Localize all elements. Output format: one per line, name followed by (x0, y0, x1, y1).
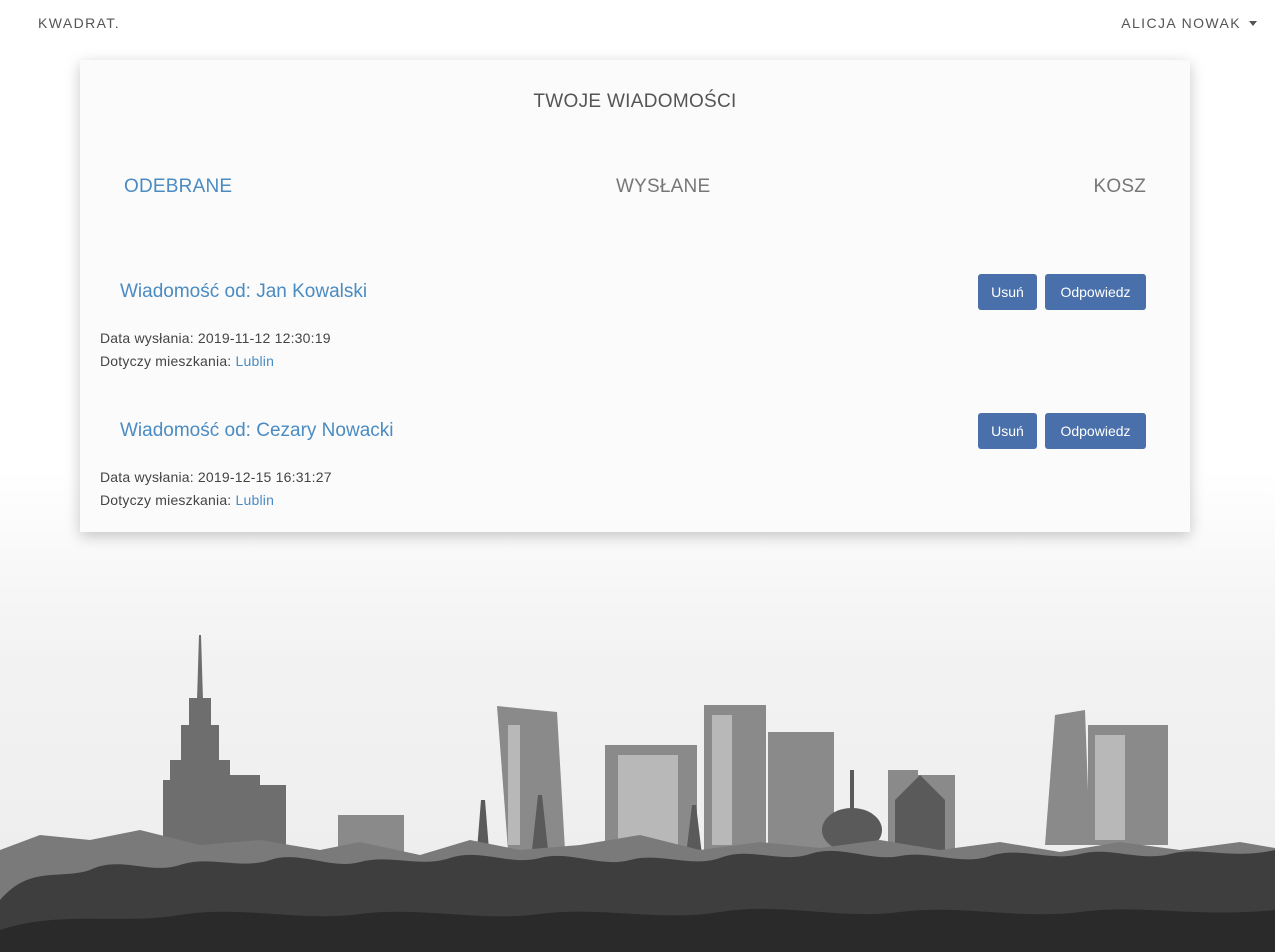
delete-button[interactable]: Usuń (978, 413, 1037, 449)
tab-trash[interactable]: KOSZ (1093, 176, 1146, 198)
message-title[interactable]: Wiadomość od: Jan Kowalski (120, 281, 367, 303)
reply-button[interactable]: Odpowiedz (1045, 413, 1146, 449)
message-flat-info: Dotyczy mieszkania: Lublin (100, 492, 274, 508)
caret-down-icon (1249, 20, 1257, 26)
user-menu-dropdown[interactable]: ALICJA NOWAK (1121, 15, 1257, 31)
reply-button[interactable]: Odpowiedz (1045, 274, 1146, 310)
flat-link[interactable]: Lublin (235, 353, 274, 369)
message-date: Data wysłania: 2019-12-15 16:31:27 (100, 469, 332, 485)
flat-label: Dotyczy mieszkania: (100, 492, 236, 508)
flat-link[interactable]: Lublin (235, 492, 274, 508)
user-name: ALICJA NOWAK (1121, 15, 1241, 31)
message-flat-info: Dotyczy mieszkania: Lublin (100, 353, 274, 369)
brand-logo[interactable]: KWADRAT. (38, 15, 120, 31)
message-title[interactable]: Wiadomość od: Cezary Nowacki (120, 420, 393, 442)
flat-label: Dotyczy mieszkania: (100, 353, 236, 369)
tab-received[interactable]: ODEBRANE (124, 176, 232, 198)
city-skyline-background (0, 470, 1275, 952)
page-title: TWOJE WIADOMOŚCI (533, 91, 737, 112)
message-item: Wiadomość od: Jan Kowalski Usuń Odpowied… (80, 274, 1190, 374)
top-navbar: KWADRAT. ALICJA NOWAK (0, 0, 1275, 46)
message-item: Wiadomość od: Cezary Nowacki Usuń Odpowi… (80, 413, 1190, 513)
message-date: Data wysłania: 2019-11-12 12:30:19 (100, 330, 331, 346)
tab-sent[interactable]: WYSŁANE (616, 176, 710, 198)
messages-card: TWOJE WIADOMOŚCI ODEBRANE WYSŁANE KOSZ W… (80, 60, 1190, 532)
delete-button[interactable]: Usuń (978, 274, 1037, 310)
